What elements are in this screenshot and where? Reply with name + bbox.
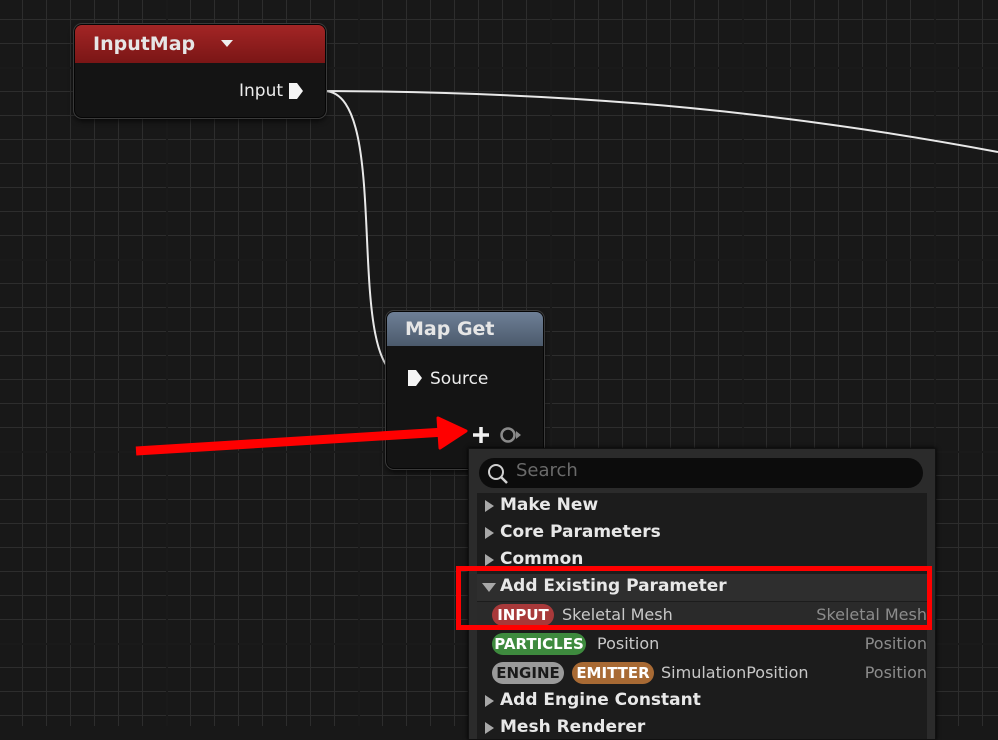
inputmap-node[interactable]: InputMap Input [74,24,326,118]
exec-output-pin-icon[interactable] [499,426,525,444]
particles-tag-badge: PARTICLES [492,633,586,655]
map-get-node[interactable]: Map Get Source [386,311,544,469]
search-icon [488,464,508,484]
param-name: SimulationPosition [661,663,809,682]
map-get-node-header[interactable]: Map Get [387,312,543,346]
inputmap-node-header[interactable]: InputMap [75,25,325,63]
search-input[interactable]: Search [479,458,923,488]
caret-right-icon [485,722,494,734]
wire-input-to-right [323,90,998,153]
source-input-pin-icon[interactable] [406,368,424,388]
caret-right-icon [485,695,494,707]
caret-right-icon [485,527,494,539]
param-item-simulation-position[interactable]: ENGINE EMITTER SimulationPosition Positi… [477,660,927,687]
category-label: Make New [500,495,599,515]
param-type: Position [864,634,927,653]
category-core-parameters[interactable]: Core Parameters [477,520,927,547]
caret-right-icon [485,500,494,512]
chevron-down-icon[interactable] [221,40,233,47]
category-make-new[interactable]: Make New [477,493,927,520]
source-pin-label: Source [430,369,489,389]
category-mesh-renderer[interactable]: Mesh Renderer [477,715,927,739]
param-item-position[interactable]: PARTICLES Position Position [477,631,927,658]
input-output-pin-icon[interactable] [287,81,305,101]
search-placeholder: Search [516,460,578,481]
add-pin-plus-icon[interactable] [472,426,490,444]
caret-right-icon [485,554,494,566]
category-label: Mesh Renderer [500,717,646,737]
map-get-node-title: Map Get [405,318,495,340]
category-add-engine-constant[interactable]: Add Engine Constant [477,688,927,715]
annotation-highlight-box [456,566,932,630]
input-pin-label: Input [239,81,284,101]
engine-tag-badge: ENGINE [492,662,564,684]
param-name: Position [597,634,660,653]
param-type: Position [864,663,927,682]
emitter-tag-badge: EMITTER [572,662,654,684]
category-label: Add Engine Constant [500,690,701,710]
category-label: Core Parameters [500,522,661,542]
inputmap-node-title: InputMap [93,33,196,55]
